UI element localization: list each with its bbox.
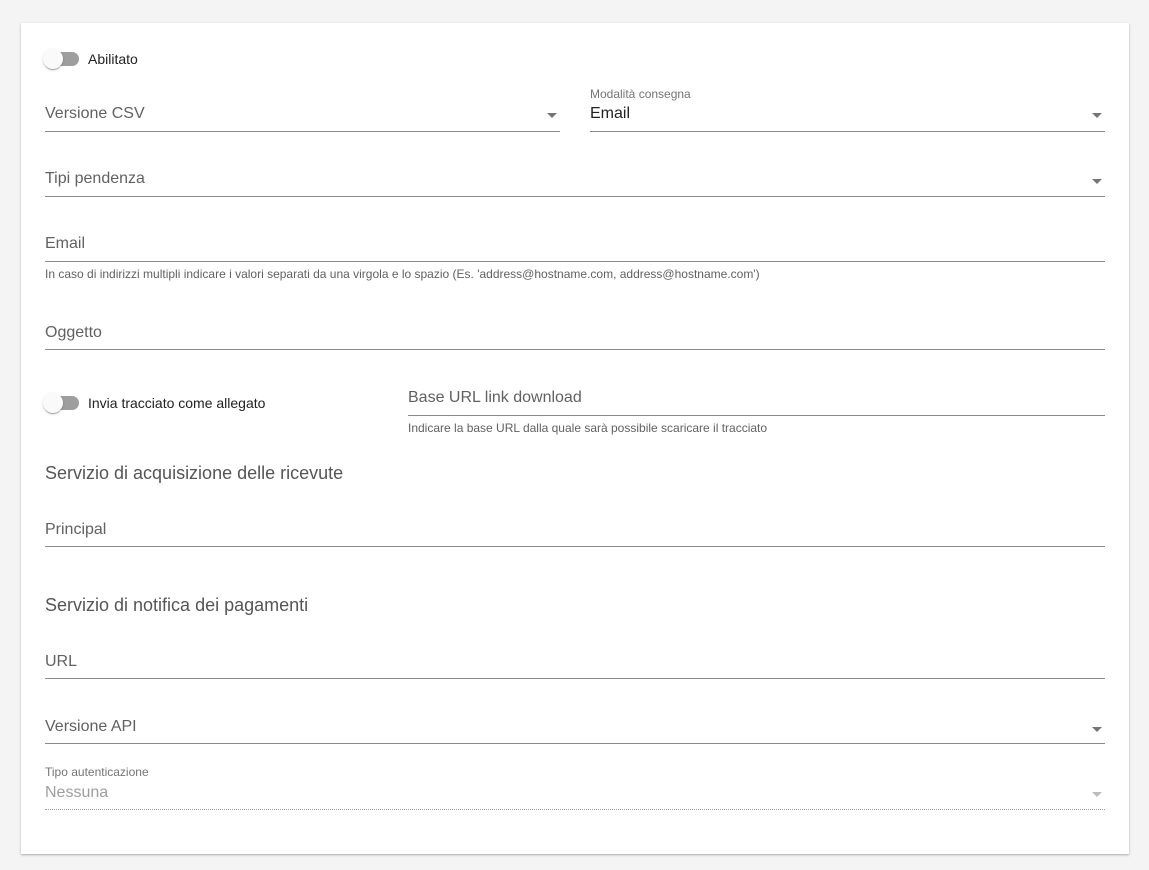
delivery-mode-underline [590, 131, 1105, 132]
base-url-placeholder: Base URL link download [408, 389, 582, 406]
auth-type-label: Tipo autenticazione [45, 765, 149, 779]
subject-underline [45, 349, 1105, 350]
principal-input[interactable]: Principal [45, 520, 1105, 550]
pendency-types-placeholder: Tipi pendenza [45, 170, 145, 187]
principal-underline [45, 546, 1105, 547]
enabled-toggle-track[interactable] [43, 49, 79, 69]
section-title-receipts: Servizio di acquisizione delle ricevute [45, 463, 344, 483]
principal-placeholder: Principal [45, 521, 107, 538]
base-url-underline [408, 415, 1105, 416]
enabled-toggle[interactable]: Abilitato [43, 49, 138, 69]
base-url-hint: Indicare la base URL dalla quale sarà po… [408, 421, 768, 435]
auth-type-select[interactable]: Tipo autenticazione Nessuna [45, 765, 1105, 811]
base-url-input[interactable]: Base URL link download [408, 388, 1105, 418]
url-underline [45, 678, 1105, 679]
api-version-underline [45, 743, 1105, 744]
url-placeholder: URL [45, 653, 78, 670]
email-hint: In caso di indirizzi multipli indicare i… [45, 267, 760, 281]
settings-card: Abilitato Versione CSV Modalità consegna… [21, 23, 1129, 854]
delivery-mode-value: Email [590, 105, 631, 122]
attach-toggle-label: Invia tracciato come allegato [88, 395, 266, 411]
api-version-placeholder: Versione API [45, 718, 137, 735]
api-version-select[interactable]: Versione API [45, 717, 1105, 747]
subject-placeholder: Oggetto [45, 324, 102, 341]
attach-toggle-thumb[interactable] [43, 393, 63, 413]
chevron-down-icon[interactable] [1092, 792, 1102, 797]
csv-version-underline [45, 131, 560, 132]
pendency-types-underline [45, 196, 1105, 197]
auth-type-underline [45, 809, 1105, 810]
csv-version-placeholder: Versione CSV [45, 105, 145, 122]
subject-input[interactable]: Oggetto [45, 323, 1105, 353]
enabled-toggle-label: Abilitato [88, 51, 138, 67]
chevron-down-icon[interactable] [1092, 727, 1102, 732]
delivery-mode-label: Modalità consegna [590, 87, 691, 101]
delivery-mode-select[interactable]: Modalità consegna Email [590, 87, 1105, 133]
chevron-down-icon[interactable] [1092, 179, 1102, 184]
chevron-down-icon[interactable] [547, 113, 557, 118]
url-input[interactable]: URL [45, 652, 1105, 682]
chevron-down-icon[interactable] [1092, 113, 1102, 118]
email-placeholder: Email [45, 235, 86, 252]
attach-toggle[interactable]: Invia tracciato come allegato [43, 393, 266, 413]
attach-toggle-track[interactable] [43, 393, 79, 413]
csv-version-select[interactable]: Versione CSV [45, 103, 560, 133]
enabled-toggle-thumb[interactable] [43, 49, 63, 69]
pendency-types-select[interactable]: Tipi pendenza [45, 169, 1105, 199]
email-input[interactable]: Email [45, 234, 1105, 264]
section-title-notifications: Servizio di notifica dei pagamenti [45, 595, 309, 615]
email-underline [45, 261, 1105, 262]
auth-type-value: Nessuna [45, 784, 109, 801]
